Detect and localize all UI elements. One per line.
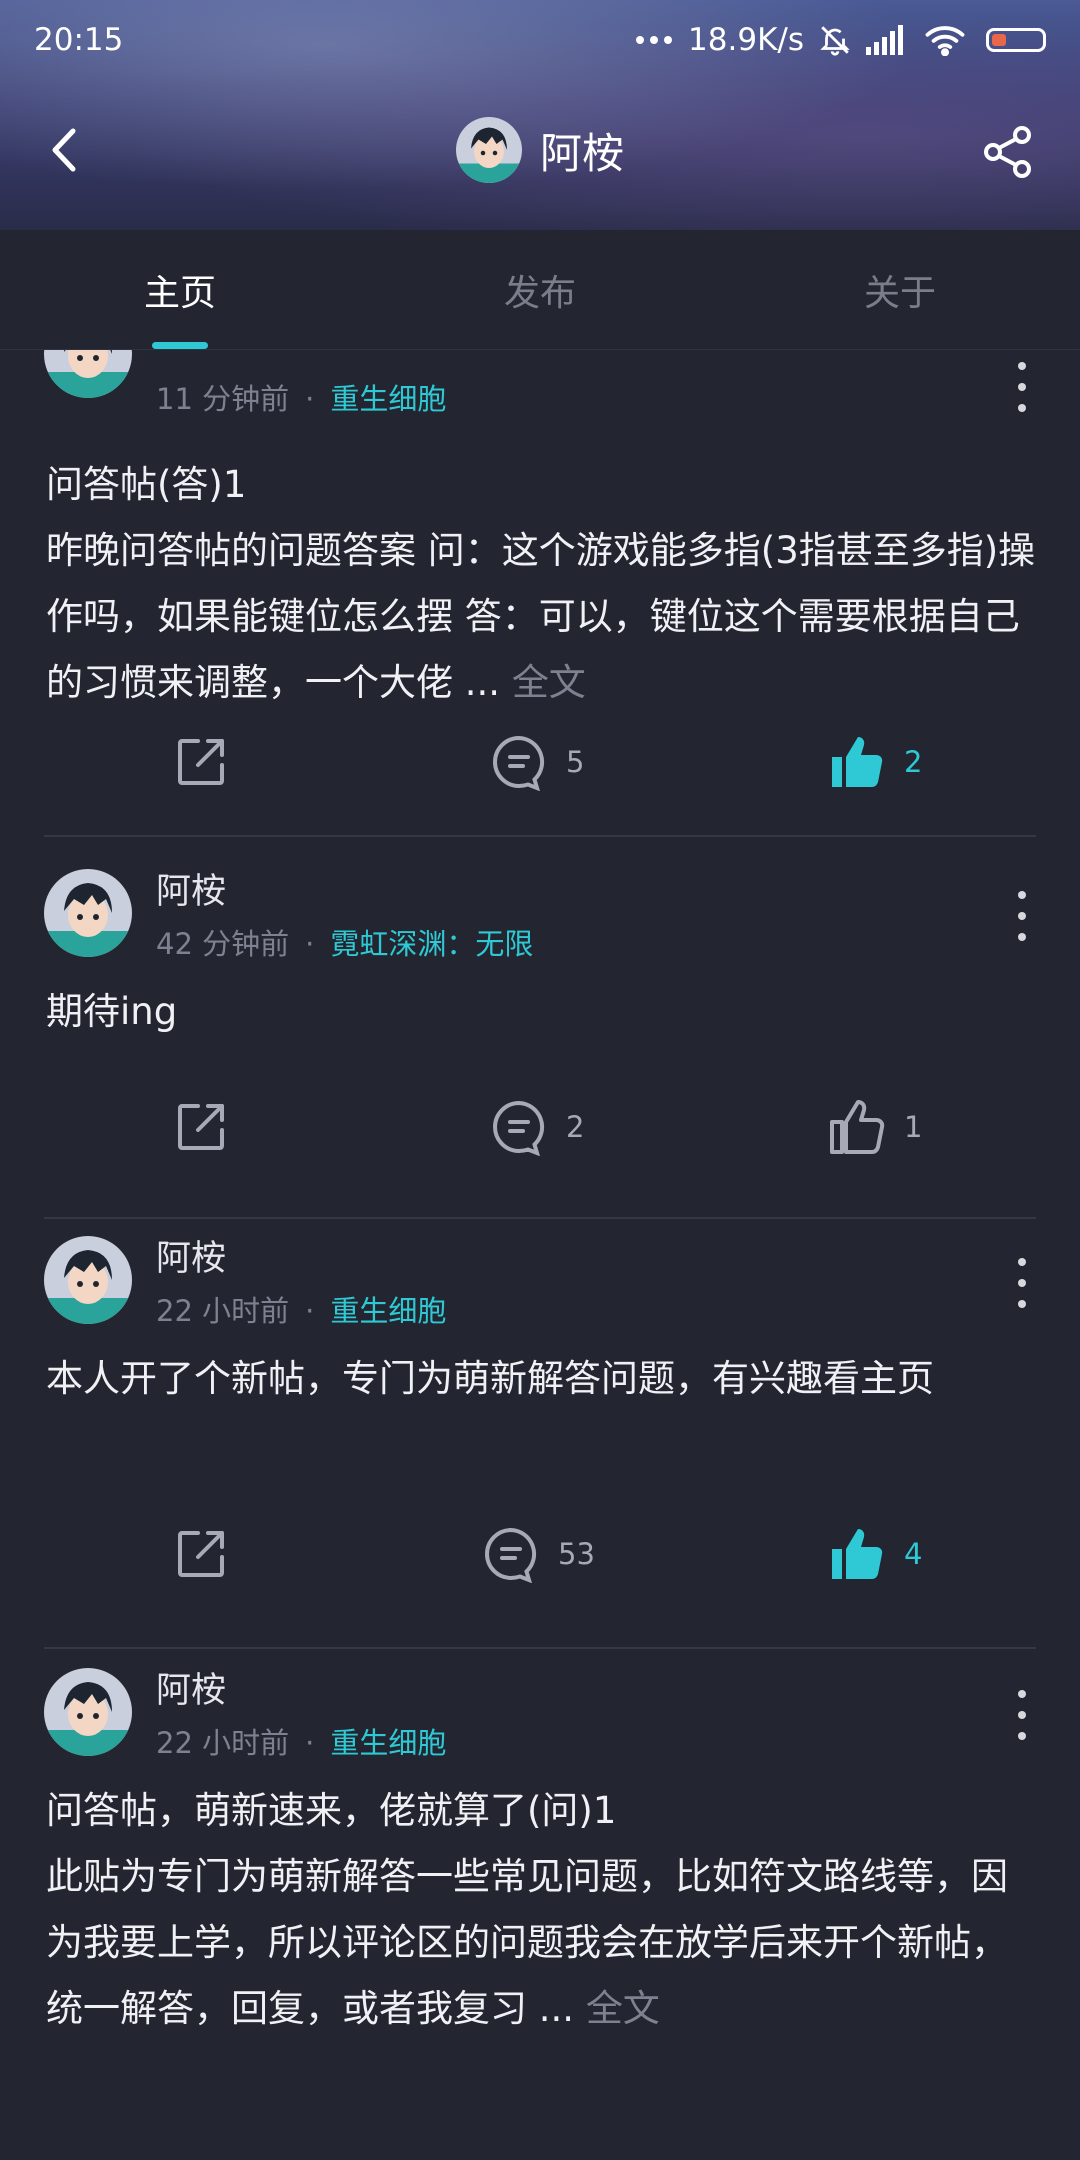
avatar[interactable]	[44, 1668, 132, 1756]
comment-icon	[485, 1527, 537, 1583]
post-author[interactable]: 阿桉	[156, 1662, 226, 1713]
comment-icon	[493, 735, 545, 791]
avatar	[455, 117, 522, 183]
like-button[interactable]: 2	[828, 722, 922, 802]
post-actions: 53 4	[0, 1514, 1080, 1594]
post-game-tag[interactable]: 重生细胞	[330, 1726, 446, 1760]
comment-button[interactable]: 2	[490, 1087, 584, 1167]
share-button[interactable]	[980, 124, 1036, 180]
post-item[interactable]: 阿桉 11 分钟前·重生细胞 问答帖(答)1 昨晚问答帖的问题答案 问：这个游戏…	[0, 350, 1080, 837]
tab-about[interactable]: 关于	[720, 230, 1080, 349]
more-options-button[interactable]	[1014, 1258, 1030, 1308]
tab-home[interactable]: 主页	[0, 230, 360, 349]
share-icon	[984, 126, 1031, 178]
post-author[interactable]: 阿桉	[156, 350, 226, 355]
chevron-left-icon	[52, 128, 76, 172]
comment-count: 53	[558, 1537, 595, 1571]
mute-bell-icon	[820, 26, 850, 56]
status-time: 20:15	[34, 22, 124, 58]
divider	[44, 1647, 1036, 1649]
post-title: 问答帖，萌新速来，佬就算了(问)1	[46, 1789, 617, 1832]
signal-icon	[866, 25, 903, 55]
post-item[interactable]: 阿桉 22 小时前 · 重生细胞 本人开了个新帖，专门为萌新解答问题，有兴趣看主页 …	[0, 1222, 1080, 1654]
nav-bar: 阿桉	[0, 100, 1080, 200]
forward-button[interactable]	[172, 722, 230, 802]
post-author[interactable]: 阿桉	[156, 863, 226, 914]
post-text: 本人开了个新帖，专门为萌新解答问题，有兴趣看主页	[46, 1357, 934, 1400]
post-time: 22 小时前	[156, 1294, 290, 1328]
like-button[interactable]: 4	[828, 1514, 922, 1594]
read-more-link[interactable]: 全文	[586, 1987, 660, 2030]
network-speed: 18.9K/s	[688, 22, 804, 58]
like-button[interactable]: 1	[828, 1087, 922, 1167]
comment-count: 5	[566, 745, 585, 779]
post-author[interactable]: 阿桉	[156, 1230, 226, 1281]
forward-icon	[178, 1531, 224, 1577]
post-content[interactable]: 问答帖，萌新速来，佬就算了(问)1 此贴为专门为萌新解答一些常见问题，比如符文路…	[46, 1778, 1036, 2042]
post-actions: 2 1	[0, 1087, 1080, 1167]
post-time: 22 小时前	[156, 1726, 290, 1760]
post-game-tag[interactable]: 重生细胞	[330, 1294, 446, 1328]
post-meta: 22 小时前 · 重生细胞	[156, 1726, 447, 1760]
post-time: 11 分钟前	[156, 382, 290, 416]
thumbs-up-filled-icon	[832, 737, 883, 787]
post-item[interactable]: 阿桉 22 小时前 · 重生细胞 问答帖，萌新速来，佬就算了(问)1 此贴为专门为萌…	[0, 1654, 1080, 2160]
tab-indicator	[152, 342, 208, 349]
post-meta: 22 小时前 · 重生细胞	[156, 1294, 447, 1328]
post-text: 此贴为专门为萌新解答一些常见问题，比如符文路线等，因为我要上学，所以评论区的问题…	[46, 1855, 1008, 2030]
more-notifications-icon	[636, 36, 673, 44]
post-content[interactable]: 本人开了个新帖，专门为萌新解答问题，有兴趣看主页	[46, 1346, 1036, 1412]
wifi-icon	[925, 26, 965, 56]
more-options-button[interactable]	[1014, 1690, 1030, 1740]
page-title: 阿桉	[539, 128, 624, 178]
comment-icon	[493, 1100, 545, 1156]
status-indicators: 18.9K/s	[636, 22, 1046, 58]
post-actions: 5 2	[0, 722, 1080, 802]
post-text: 昨晚问答帖的问题答案 问：这个游戏能多指(3指甚至多指)操作吗，如果能键位怎么摆…	[46, 529, 1036, 704]
post-game-tag[interactable]: 重生细胞	[330, 382, 446, 416]
post-content[interactable]: 期待ing	[46, 979, 1036, 1045]
comment-button[interactable]: 53	[482, 1514, 595, 1594]
avatar[interactable]	[44, 350, 132, 398]
avatar[interactable]	[44, 869, 132, 957]
like-count: 1	[904, 1110, 923, 1144]
forward-icon	[178, 739, 224, 785]
profile-header: 20:15 18.9K/s 阿桉	[0, 0, 1080, 230]
divider	[44, 835, 1036, 837]
more-options-button[interactable]	[1014, 362, 1030, 412]
avatar[interactable]	[44, 1236, 132, 1324]
back-button[interactable]	[38, 124, 90, 176]
more-options-button[interactable]	[1014, 891, 1030, 941]
post-meta: 42 分钟前 · 霓虹深渊：无限	[156, 927, 534, 961]
post-feed[interactable]: 阿桉 11 分钟前·重生细胞 问答帖(答)1 昨晚问答帖的问题答案 问：这个游戏…	[0, 350, 1080, 2160]
forward-button[interactable]	[172, 1087, 230, 1167]
like-count: 2	[904, 745, 923, 779]
comment-count: 2	[566, 1110, 585, 1144]
tab-bar: 主页 发布 关于	[0, 230, 1080, 350]
status-bar: 20:15 18.9K/s	[0, 0, 1080, 80]
thumbs-up-icon	[830, 1100, 885, 1154]
post-content[interactable]: 问答帖(答)1 昨晚问答帖的问题答案 问：这个游戏能多指(3指甚至多指)操作吗，…	[46, 452, 1036, 716]
comment-button[interactable]: 5	[490, 722, 584, 802]
nav-title-group[interactable]: 阿桉	[455, 117, 624, 183]
forward-button[interactable]	[172, 1514, 230, 1594]
like-count: 4	[904, 1537, 923, 1571]
divider	[44, 1217, 1036, 1219]
post-text: 期待ing	[46, 990, 178, 1033]
thumbs-up-filled-icon	[832, 1529, 883, 1579]
post-game-tag[interactable]: 霓虹深渊：无限	[330, 927, 533, 961]
forward-icon	[178, 1104, 224, 1150]
post-meta: 11 分钟前 · 重生细胞	[156, 382, 447, 416]
read-more-link[interactable]: 全文	[512, 661, 586, 704]
post-title: 问答帖(答)1	[46, 463, 247, 506]
tab-posts[interactable]: 发布	[360, 230, 720, 349]
post-item[interactable]: 阿桉 42 分钟前 · 霓虹深渊：无限 期待ing 2 1	[0, 855, 1080, 1223]
post-time: 42 分钟前	[156, 927, 290, 961]
battery-icon	[986, 28, 1046, 52]
